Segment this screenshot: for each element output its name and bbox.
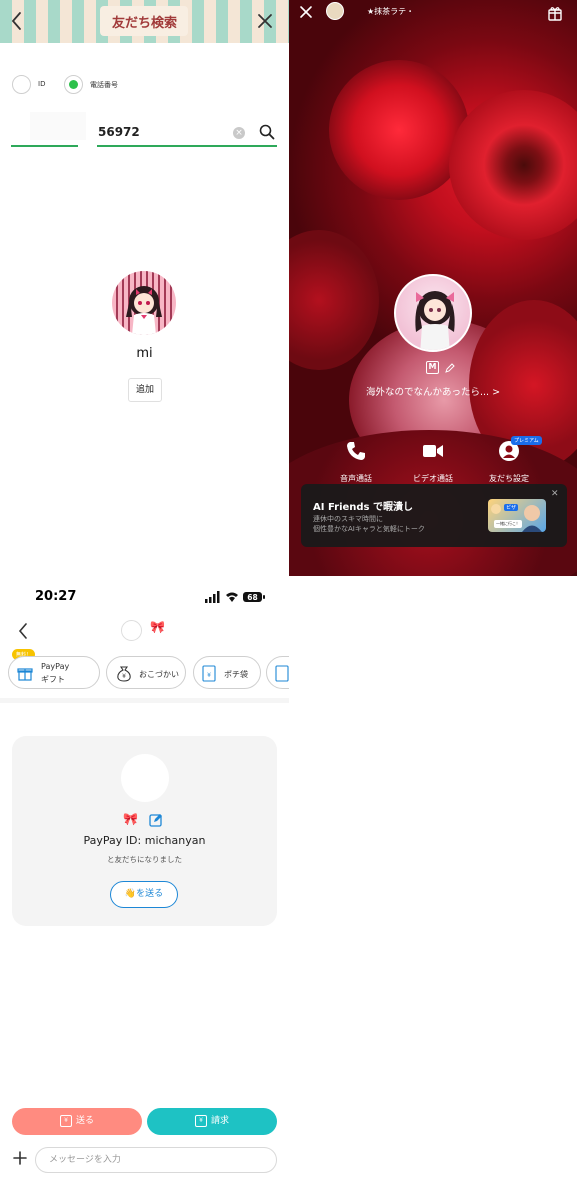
friend-search-screen: 友だち検索 ID 電話番号 56972 × mi 追加 <box>0 0 289 576</box>
gift-icon[interactable] <box>547 5 563 21</box>
banner-image-label-2: 一緒に行こ！ <box>494 520 522 528</box>
banner-image: ピザ 一緒に行こ！ <box>488 499 546 532</box>
paypay-id: PayPay ID: michanyan <box>83 834 206 847</box>
radio-phone-label: 電話番号 <box>90 81 118 89</box>
ai-friends-banner[interactable]: AI Friends で暇潰し 連休中のスキマ時間に 個性豊かなAIキャラと気軽… <box>301 484 567 547</box>
paypay-gift-label-2: ギフト <box>41 675 65 684</box>
anime-girl-avatar-image <box>126 286 162 335</box>
banner-subtitle: 連休中のスキマ時間に 個性豊かなAIキャラと気軽にトーク <box>313 515 425 533</box>
profile-top-name: ★抹茶ラテ・ <box>367 7 415 16</box>
country-code-underline <box>11 145 78 147</box>
radio-id[interactable] <box>12 75 31 94</box>
envelope-icon: ¥ <box>202 665 216 682</box>
result-avatar[interactable] <box>112 271 176 335</box>
paypay-chat-screen: 20:27 68 🎀 無料！ PayPay ギフト ¥ おこづかい ¥ ポチ袋 … <box>0 576 289 1200</box>
status-message[interactable]: 海外なのでなんかあったら... > <box>289 384 577 398</box>
svg-text:¥: ¥ <box>207 672 211 679</box>
mini-avatar[interactable] <box>326 2 344 20</box>
flower-bloom <box>289 230 379 370</box>
friend-settings-label: 友だち設定 <box>489 474 529 483</box>
clear-icon[interactable]: × <box>233 127 245 139</box>
plus-icon[interactable] <box>13 1151 27 1165</box>
profile-avatar[interactable] <box>394 274 472 352</box>
edit-icon[interactable] <box>149 813 163 827</box>
radio-phone[interactable] <box>64 75 83 94</box>
phone-icon <box>347 442 365 460</box>
voice-call-label: 音声通話 <box>340 474 372 483</box>
add-friend-button[interactable]: 追加 <box>128 378 162 402</box>
divider <box>0 698 289 703</box>
search-icon[interactable] <box>259 124 275 140</box>
card-name: 🎀 <box>123 812 138 826</box>
friend-search-header: 友だち検索 <box>0 0 289 43</box>
banner-close-icon[interactable]: ✕ <box>551 489 559 499</box>
chat-header-avatar[interactable] <box>121 620 142 641</box>
card-avatar[interactable] <box>121 754 169 802</box>
radio-id-label: ID <box>38 80 46 88</box>
m-badge[interactable]: M <box>426 361 439 374</box>
banner-title: AI Friends で暇潰し <box>313 502 413 513</box>
receipt-icon <box>275 665 289 682</box>
send-money-button[interactable]: ¥ 送る <box>12 1108 142 1135</box>
paypay-gift-label-1: PayPay <box>41 662 70 671</box>
page-title: 友だち検索 <box>111 16 177 31</box>
message-input[interactable]: メッセージを入力 <box>35 1147 277 1173</box>
request-icon: ¥ <box>194 1114 207 1127</box>
status-bar-time: 20:27 <box>35 589 77 604</box>
moneybag-icon: ¥ <box>117 666 131 682</box>
send-wave-button[interactable]: 👋を送る <box>110 881 178 908</box>
gift-icon <box>17 668 33 681</box>
pochi-bag-button[interactable]: ¥ ポチ袋 <box>193 656 261 689</box>
profile-screen: ★抹茶ラテ・ M 海外なのでなんかあったら... > 音声通話 ビデオ通話 友だ… <box>289 0 577 576</box>
phone-search-input[interactable]: 56972 <box>98 125 140 139</box>
chat-header-name: 🎀 <box>150 620 165 634</box>
paypay-gift-button[interactable]: PayPay ギフト <box>8 656 100 689</box>
battery-level: 68 <box>247 593 257 602</box>
more-options-button[interactable] <box>266 656 289 689</box>
friend-settings-button[interactable]: 友だち設定 <box>474 440 544 484</box>
back-arrow-icon[interactable] <box>17 622 29 640</box>
send-icon: ¥ <box>59 1114 72 1127</box>
close-icon[interactable] <box>256 11 274 31</box>
allowance-button[interactable]: ¥ おこづかい <box>106 656 186 689</box>
screenshot-collage: 友だち検索 ID 電話番号 56972 × mi 追加 ★抹茶ラテ・ M 海外な… <box>0 0 577 1200</box>
friend-added-card: 🎀 PayPay ID: michanyan と友だちになりました 👋を送る <box>12 736 277 926</box>
pencil-icon[interactable] <box>445 363 455 373</box>
flower-bloom <box>329 60 469 200</box>
svg-text:¥: ¥ <box>122 673 126 680</box>
voice-call-button[interactable]: 音声通話 <box>321 440 391 484</box>
status-bar-icons: 68 <box>205 591 265 603</box>
result-name: mi <box>136 346 153 361</box>
video-call-button[interactable]: ビデオ通話 <box>398 440 468 484</box>
request-money-button[interactable]: ¥ 請求 <box>147 1108 277 1135</box>
friend-added-text: と友だちになりました <box>107 855 182 864</box>
close-icon[interactable] <box>299 5 313 19</box>
video-icon <box>423 445 443 457</box>
banner-image-label-1: ピザ <box>504 504 519 511</box>
chevron-right-icon: > <box>492 387 501 398</box>
video-call-label: ビデオ通話 <box>413 474 453 483</box>
phone-input-underline <box>97 145 277 147</box>
flower-bloom <box>449 90 577 240</box>
allowance-label: おこづかい <box>139 670 179 679</box>
pochi-bag-label: ポチ袋 <box>224 670 248 679</box>
country-code-field[interactable] <box>30 112 86 140</box>
premium-badge: プレミアム <box>511 436 542 445</box>
